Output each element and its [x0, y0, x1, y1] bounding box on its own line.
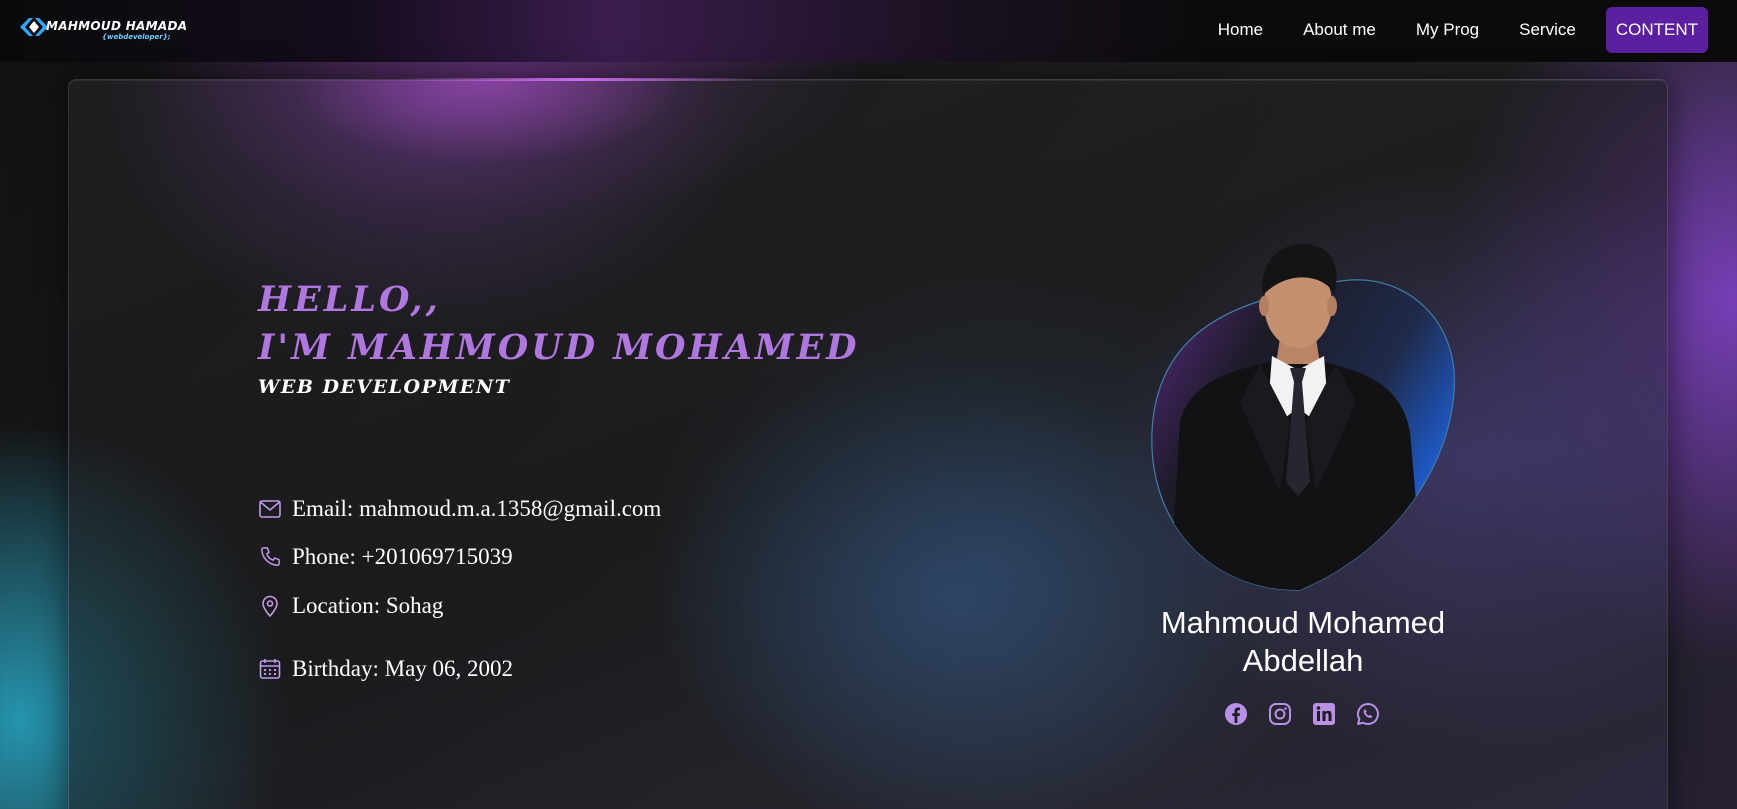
role-subtitle: WEB DEVELOPMENT: [258, 376, 511, 398]
logo-mark-icon: [20, 18, 48, 36]
card-glow: [399, 78, 759, 81]
person-name-line2: Abdellah: [1242, 643, 1364, 678]
location-text: Location: Sohag: [292, 593, 444, 618]
logo-subtitle: {webdeveloper};: [102, 33, 171, 41]
contact-location: Location: Sohag: [258, 593, 443, 619]
calendar-icon: [258, 657, 282, 681]
logo[interactable]: MAHMOUD HAMADA {webdeveloper};: [20, 15, 187, 45]
contact-phone: Phone: +201069715039: [258, 544, 513, 570]
mail-icon: [258, 497, 282, 521]
hello-heading: HELLO,,: [258, 279, 441, 320]
instagram-icon[interactable]: [1268, 702, 1292, 726]
linkedin-icon[interactable]: [1312, 702, 1336, 726]
navbar: MAHMOUD HAMADA {webdeveloper}; Home Abou…: [0, 0, 1737, 62]
nav-service[interactable]: Service: [1499, 7, 1596, 53]
person-name-line1: Mahmoud Mohamed: [1160, 605, 1446, 640]
whatsapp-icon[interactable]: [1356, 702, 1380, 726]
location-pin-icon: [258, 594, 282, 618]
contact-email: Email: mahmoud.m.a.1358@gmail.com: [258, 496, 661, 522]
facebook-icon[interactable]: [1224, 702, 1248, 726]
profile: Mahmoud Mohamed Abdellah: [1140, 232, 1460, 752]
phone-text[interactable]: Phone: +201069715039: [292, 544, 513, 570]
birthday-text: Birthday: May 06, 2002: [292, 656, 514, 681]
nav-about[interactable]: About me: [1283, 7, 1396, 53]
email-text[interactable]: Email: mahmoud.m.a.1358@gmail.com: [292, 496, 661, 522]
contact-birthday: Birthday: May 06, 2002: [258, 656, 513, 682]
name-heading: I'M MAHMOUD MOHAMED: [258, 327, 860, 368]
person-name: Mahmoud Mohamed Abdellah: [1140, 604, 1466, 680]
logo-name: MAHMOUD HAMADA: [46, 19, 188, 33]
nav-my-prog[interactable]: My Prog: [1396, 7, 1499, 53]
profile-photo: [1140, 232, 1460, 592]
content-button[interactable]: CONTENT: [1605, 7, 1708, 53]
nav-home[interactable]: Home: [1198, 7, 1283, 53]
intro: HELLO,, I'M MAHMOUD MOHAMED WEB DEVELOPM…: [258, 276, 860, 398]
social-links: [1224, 702, 1400, 726]
phone-icon: [258, 545, 282, 569]
nav-links: Home About me My Prog Service CONTENT: [1198, 7, 1708, 53]
